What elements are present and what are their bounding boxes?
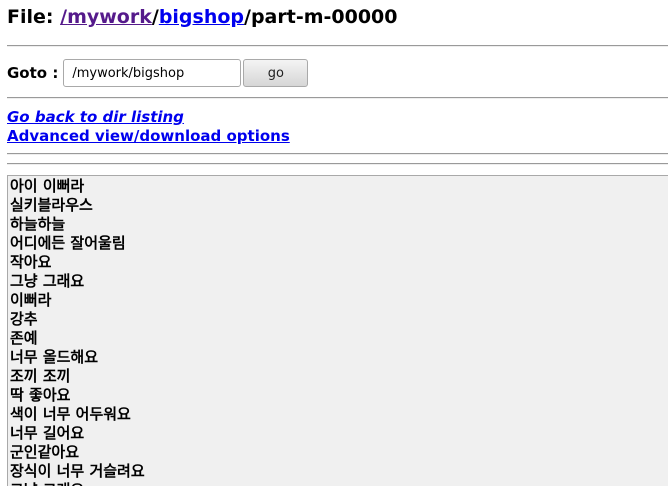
advanced-view-download-link[interactable]: Advanced view/download options — [7, 127, 290, 146]
content-line: 존예 — [10, 329, 38, 347]
content-line: 작아요 — [10, 253, 52, 271]
go-button[interactable]: go — [243, 59, 309, 87]
divider-top — [7, 45, 668, 47]
content-line: 이뻐라 — [10, 291, 52, 309]
file-label: File: — [7, 6, 61, 28]
divider-lower-2 — [7, 163, 668, 165]
breadcrumb-separator: / — [151, 6, 159, 28]
content-line: 색이 너무 어두워요 — [10, 405, 131, 423]
content-line: 아이 이뻐라 — [10, 177, 85, 195]
breadcrumb-mywork-link[interactable]: mywork — [67, 6, 152, 28]
content-line: 너무 길어요 — [10, 424, 85, 442]
content-line: 그냥 그래요 — [10, 481, 668, 486]
file-contents-textarea[interactable]: 아이 이뻐라 실키블라우스 하늘하늘 어디에든 잘어울림 작아요 그냥 그래요 이뻐라 강추 존… — [7, 175, 668, 486]
breadcrumb-filename: /part-m-00000 — [244, 6, 398, 28]
content-line: 조끼 조끼 — [10, 367, 71, 385]
back-to-dir-listing-link[interactable]: Go back to dir listing — [7, 108, 290, 127]
goto-label: Goto : — [7, 64, 59, 82]
divider-middle — [7, 97, 668, 99]
navigation-links: Go back to dir listing Advanced view/dow… — [7, 108, 290, 146]
content-line: 강추 — [10, 310, 38, 328]
divider-lower-1 — [7, 153, 668, 155]
goto-path-input[interactable] — [63, 59, 242, 87]
content-line: 그냥 그래요 — [10, 272, 85, 290]
content-line: 실키블라우스 — [10, 196, 93, 214]
file-viewer-page: File: /mywork/bigshop/part-m-00000 Goto … — [0, 0, 668, 486]
content-line: 군인같아요 — [10, 443, 80, 461]
file-path-heading: File: /mywork/bigshop/part-m-00000 — [7, 3, 398, 31]
content-line: 하늘하늘 — [10, 215, 66, 233]
content-line: 딱 좋아요 — [10, 386, 71, 404]
content-line: 어디에든 잘어울림 — [10, 234, 126, 252]
content-line: 장식이 너무 거슬려요 — [10, 462, 145, 480]
breadcrumb-bigshop-link[interactable]: bigshop — [159, 6, 244, 28]
content-line: 너무 올드해요 — [10, 348, 99, 366]
goto-form: Goto : go — [7, 57, 309, 89]
